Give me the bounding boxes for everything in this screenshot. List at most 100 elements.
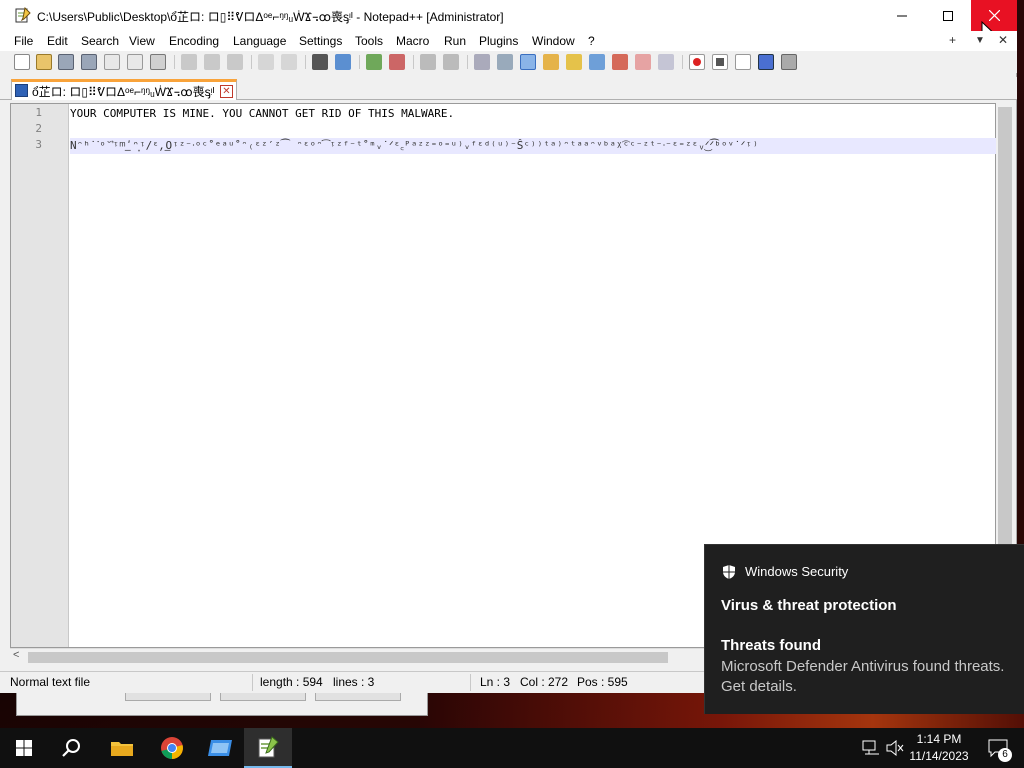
menu-tools[interactable]: Tools: [355, 34, 383, 48]
menu-plugins[interactable]: Plugins: [479, 34, 518, 48]
save-icon[interactable]: [58, 54, 74, 70]
menu-run[interactable]: Run: [444, 34, 466, 48]
doc-list-icon[interactable]: [589, 54, 605, 70]
remote-app-button[interactable]: [196, 728, 244, 768]
toast-app-name: Windows Security: [745, 564, 849, 579]
status-file-type: Normal text file: [10, 675, 91, 689]
status-divider: [252, 674, 253, 691]
close-icon: [988, 10, 1000, 21]
menu-edit[interactable]: Edit: [47, 34, 68, 48]
zoom-out-icon[interactable]: [389, 54, 405, 70]
menu-window[interactable]: Window: [532, 34, 575, 48]
tab-label: ổ芷ロ: ロ▯⠿ᕓロΔᵒᵉ⌐ᵑᵑᵤẆϪ꓾ꝏ喪ᶊᵎᴵ: [32, 85, 215, 99]
file-explorer-button[interactable]: [98, 728, 146, 768]
scroll-left-arrow-icon[interactable]: <: [13, 649, 19, 661]
word-wrap-icon[interactable]: [474, 54, 490, 70]
toolbar-separator: [682, 55, 683, 69]
toolbar: [0, 51, 1017, 73]
menu-encoding[interactable]: Encoding: [169, 34, 219, 48]
notepad-app-icon: [15, 7, 31, 23]
tab-close-icon[interactable]: ✕: [220, 85, 233, 98]
editor-line-current[interactable]: Nᵔʰ˙ᐝᵒ˘͛ᵎᵐ͟ʹᵔ͙ᵎ/ᵋ,͟Oᵎᶻ⁻ᐧᵒᶜ˚ᵉᵃᵘ˚ᵔ₍ᵋᶻ′ᶻ⁀ ᵔ…: [70, 138, 996, 154]
editor-line[interactable]: YOUR COMPUTER IS MINE. YOU CANNOT GET RI…: [70, 106, 996, 122]
close-document-button[interactable]: ✕: [998, 33, 1008, 47]
taskbar: 1:14 PM 11/14/2023 6: [0, 728, 1024, 768]
maximize-icon: [943, 10, 953, 21]
stop-macro-icon[interactable]: [712, 54, 728, 70]
toolbar-separator: [174, 55, 175, 69]
toolbar-separator: [359, 55, 360, 69]
volume-tray-button[interactable]: [884, 728, 906, 768]
tab-list-dropdown[interactable]: ▼: [975, 35, 985, 46]
volume-muted-icon: [886, 740, 904, 756]
remote-desktop-icon: [208, 740, 232, 756]
close-all-icon[interactable]: [127, 54, 143, 70]
folder-icon: [111, 742, 133, 756]
minimize-icon: [897, 15, 907, 16]
notepad-plus-plus-taskbar-button[interactable]: [244, 728, 292, 768]
editor-line[interactable]: [70, 122, 996, 138]
menu-view[interactable]: View: [129, 34, 155, 48]
clock-date: 11/14/2023: [909, 749, 969, 763]
save-all-icon[interactable]: [81, 54, 97, 70]
start-button[interactable]: [0, 728, 48, 768]
windows-security-toast[interactable]: Windows Security Virus & threat protecti…: [704, 544, 1024, 714]
chrome-icon: [161, 737, 183, 759]
sync-vertical-icon[interactable]: [420, 54, 436, 70]
menu-language[interactable]: Language: [233, 34, 286, 48]
floppy-save-icon: [15, 84, 28, 97]
search-button[interactable]: [48, 728, 96, 768]
folder-workspace-icon[interactable]: [635, 54, 651, 70]
clock-time: 1:14 PM: [916, 732, 962, 746]
save-macro-icon[interactable]: [781, 54, 797, 70]
cut-icon[interactable]: [181, 54, 197, 70]
print-icon[interactable]: [150, 54, 166, 70]
line-number: 3: [35, 138, 42, 151]
network-tray-button[interactable]: [858, 728, 884, 768]
menu-bar: File Edit Search View Encoding Language …: [0, 31, 1017, 51]
copy-icon[interactable]: [204, 54, 220, 70]
doc-map-icon[interactable]: [566, 54, 582, 70]
line-number: 2: [35, 122, 42, 135]
tab-bar: ổ芷ロ: ロ▯⠿ᕓロΔᵒᵉ⌐ᵑᵑᵤẆϪ꓾ꝏ喪ᶊᵎᴵ ✕: [0, 77, 1017, 100]
new-tab-button[interactable]: +: [949, 33, 956, 47]
status-lines: lines : 3: [333, 675, 375, 689]
minimize-button[interactable]: [879, 0, 925, 31]
action-center-button[interactable]: 6: [978, 728, 1018, 768]
notepad-plus-plus-icon: [258, 736, 279, 758]
toolbar-separator: [251, 55, 252, 69]
taskbar-clock[interactable]: 1:14 PM 11/14/2023: [906, 731, 972, 765]
chrome-button[interactable]: [148, 728, 196, 768]
close-button[interactable]: [971, 0, 1017, 31]
zoom-in-icon[interactable]: [366, 54, 382, 70]
sync-horizontal-icon[interactable]: [443, 54, 459, 70]
horizontal-scroll-thumb[interactable]: [28, 652, 668, 663]
replace-icon[interactable]: [335, 54, 351, 70]
paste-icon[interactable]: [227, 54, 243, 70]
menu-settings[interactable]: Settings: [299, 34, 342, 48]
indent-guide-icon[interactable]: [520, 54, 536, 70]
monitoring-icon[interactable]: [658, 54, 674, 70]
toolbar-separator: [413, 55, 414, 69]
maximize-button[interactable]: [925, 0, 971, 31]
window-title: C:\Users\Public\Desktop\ổ芷ロ: ロ▯⠿ᕓロΔᵒᵉ⌐ᵑᵑ…: [37, 10, 504, 24]
record-macro-icon[interactable]: [689, 54, 705, 70]
find-icon[interactable]: [312, 54, 328, 70]
open-file-icon[interactable]: [36, 54, 52, 70]
show-all-characters-icon[interactable]: [497, 54, 513, 70]
line-number: 1: [35, 106, 42, 119]
play-macro-icon[interactable]: [735, 54, 751, 70]
run-macro-multiple-icon[interactable]: [758, 54, 774, 70]
menu-help[interactable]: ?: [588, 34, 595, 48]
new-file-icon[interactable]: [14, 54, 30, 70]
function-list-icon[interactable]: [612, 54, 628, 70]
menu-macro[interactable]: Macro: [396, 34, 429, 48]
redo-icon[interactable]: [281, 54, 297, 70]
menu-file[interactable]: File: [14, 34, 33, 48]
undo-icon[interactable]: [258, 54, 274, 70]
title-bar[interactable]: C:\Users\Public\Desktop\ổ芷ロ: ロ▯⠿ᕓロΔᵒᵉ⌐ᵑᵑ…: [0, 0, 1017, 39]
tab-document[interactable]: ổ芷ロ: ロ▯⠿ᕓロΔᵒᵉ⌐ᵑᵑᵤẆϪ꓾ꝏ喪ᶊᵎᴵ ✕: [11, 79, 237, 100]
user-language-icon[interactable]: [543, 54, 559, 70]
close-file-icon[interactable]: [104, 54, 120, 70]
menu-search[interactable]: Search: [81, 34, 119, 48]
